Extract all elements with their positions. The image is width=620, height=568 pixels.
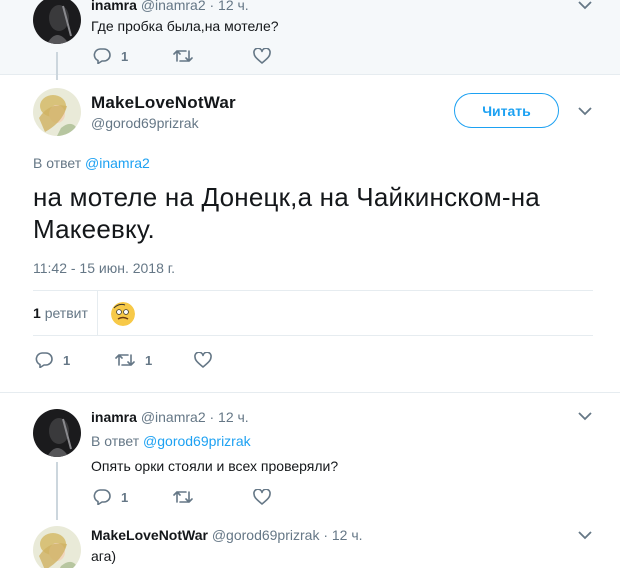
retweet-icon (173, 491, 193, 503)
retweet-icon (115, 354, 135, 366)
reply-handle-link[interactable]: @gorod69prizrak (143, 433, 251, 449)
tweet-text: Где пробка была,на мотеле? (91, 18, 279, 34)
like-action[interactable] (194, 352, 212, 368)
reply-icon (93, 48, 111, 64)
avatar[interactable] (33, 409, 81, 457)
chevron-down-icon[interactable] (578, 411, 592, 421)
reply-action[interactable]: 1 (35, 352, 70, 368)
user-handle[interactable]: @gorod69prizrak (91, 115, 199, 131)
like-icon (253, 489, 271, 505)
avatar[interactable] (33, 526, 81, 568)
user-name[interactable]: inamra (91, 409, 137, 425)
user-handle[interactable]: @gorod69prizrak (212, 527, 320, 543)
retweet-count: 1 (145, 352, 153, 368)
retweet-action[interactable] (173, 48, 193, 64)
like-icon (253, 48, 271, 64)
thread-line (56, 462, 58, 520)
retweeter-avatar[interactable] (111, 302, 135, 326)
tweet-header: inamra @inamra2 · 12 ч. (91, 409, 249, 425)
thread-line (56, 52, 58, 80)
reply-count: 1 (63, 352, 71, 368)
retweet-icon (173, 50, 193, 62)
reply-icon (35, 352, 53, 368)
tweet-header: MakeLoveNotWar @gorod69prizrak · 12 ч. (91, 527, 363, 543)
reply-context: В ответ @gorod69prizrak (91, 433, 251, 449)
retweet-stat[interactable]: 1 ретвит (33, 305, 88, 321)
user-name[interactable]: MakeLoveNotWar (91, 527, 208, 543)
reply-count: 1 (121, 489, 129, 505)
reply-action[interactable]: 1 (93, 48, 128, 64)
retweet-action[interactable]: 1 (115, 352, 152, 368)
like-action[interactable] (253, 489, 271, 505)
tweet-stats: 1 ретвит (33, 290, 593, 336)
like-action[interactable] (253, 48, 271, 64)
chevron-down-icon[interactable] (578, 106, 592, 116)
chevron-down-icon[interactable] (578, 530, 592, 540)
user-handle[interactable]: @inamra2 (141, 0, 206, 13)
reply-action[interactable]: 1 (93, 489, 128, 505)
stats-separator (97, 291, 98, 335)
tweet-time[interactable]: · 12 ч. (210, 409, 249, 425)
reply-context: В ответ @inamra2 (33, 155, 150, 171)
tweet-text: ага) (91, 548, 117, 564)
section-divider (0, 392, 620, 393)
user-name[interactable]: MakeLoveNotWar (91, 93, 236, 113)
tweet-time[interactable]: · 12 ч. (323, 527, 362, 543)
reply-count: 1 (121, 48, 129, 64)
reply-prefix: В ответ (91, 433, 140, 449)
retweet-action[interactable] (173, 489, 193, 505)
retweet-stat-count: 1 (33, 305, 41, 321)
retweet-stat-label: ретвит (44, 305, 88, 321)
like-icon (194, 352, 212, 368)
tweet-text: Опять орки стояли и всех проверяли? (91, 458, 339, 474)
avatar[interactable] (33, 88, 81, 136)
tweet-timestamp[interactable]: 11:42 - 15 июн. 2018 г. (33, 260, 175, 276)
reply-handle-link[interactable]: @inamra2 (85, 155, 150, 171)
reply-icon (93, 489, 111, 505)
follow-button[interactable]: Читать (454, 93, 559, 128)
tweet-time[interactable]: · 12 ч. (210, 0, 249, 13)
chevron-down-icon[interactable] (578, 0, 592, 10)
tweet-text: на мотеле на Донецк,а на Чайкинском-на М… (33, 182, 540, 244)
user-name[interactable]: inamra (91, 0, 137, 13)
reply-prefix: В ответ (33, 155, 82, 171)
user-handle[interactable]: @inamra2 (141, 409, 206, 425)
tweet-header: inamra @inamra2 · 12 ч. (91, 0, 249, 13)
